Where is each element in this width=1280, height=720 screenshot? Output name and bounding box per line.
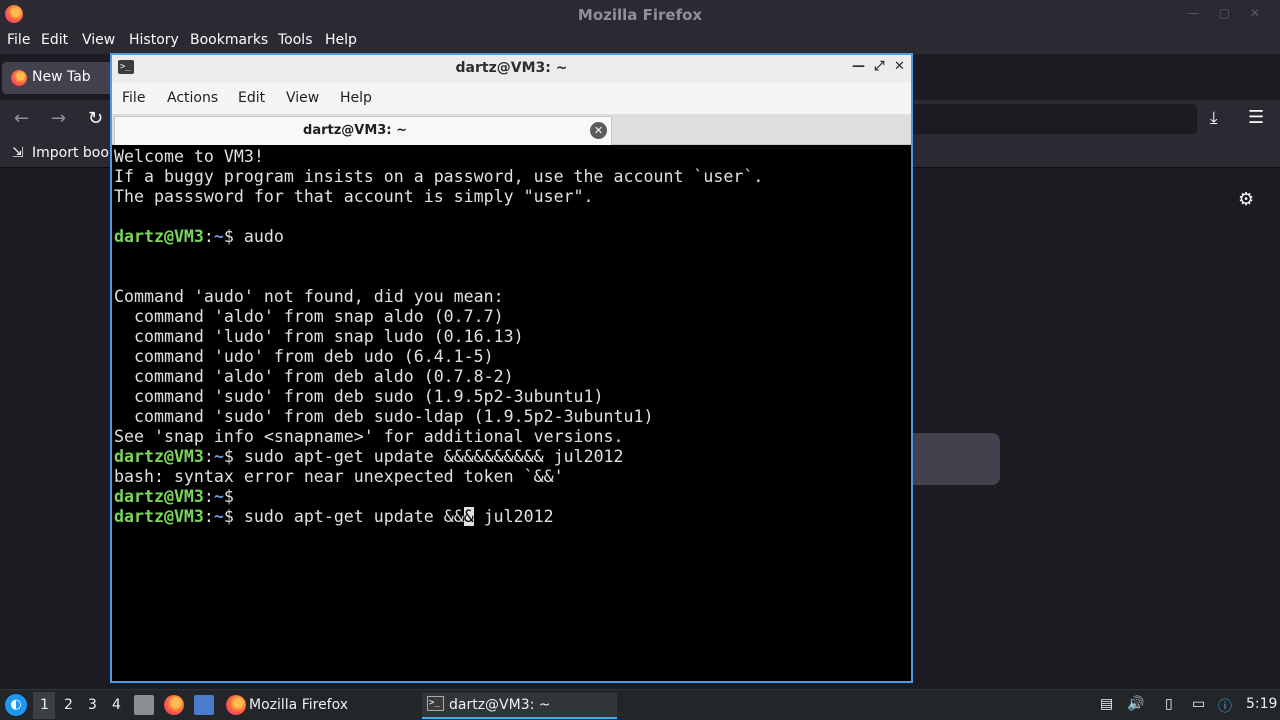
prompt-path: ~: [213, 447, 224, 466]
firefox-menu-edit[interactable]: Edit: [41, 32, 68, 48]
show-desktop-icon[interactable]: [194, 695, 214, 715]
import-bookmarks-link[interactable]: Import book: [32, 145, 117, 161]
terminal-titlebar[interactable]: >_ dartz@VM3: ~ — ⤢ ✕: [112, 55, 911, 82]
prompt-colon: :: [203, 507, 214, 526]
terminal-output-line: Welcome to VM3!: [114, 147, 264, 166]
prompt-sign: $: [223, 507, 244, 526]
firefox-titlebar: Mozilla Firefox — ▢ ✕: [0, 0, 1280, 29]
prompt-path: ~: [213, 487, 224, 506]
text-cursor: &: [463, 507, 474, 526]
updates-icon[interactable]: ⓘ: [1218, 696, 1232, 716]
taskbar-task-terminal[interactable]: >_ dartz@VM3: ~: [422, 693, 617, 719]
tab-close-icon[interactable]: ✕: [590, 122, 607, 139]
prompt-command-before-cursor: sudo apt-get update &&: [243, 507, 464, 526]
forward-arrow-icon[interactable]: →: [51, 108, 66, 129]
volume-icon[interactable]: 🔊: [1127, 696, 1144, 712]
firefox-menubar: File Edit View History Bookmarks Tools H…: [0, 29, 1280, 54]
terminal-menu-file[interactable]: File: [122, 90, 145, 106]
terminal-output-line: command 'udo' from deb udo (6.4.1-5): [114, 347, 494, 366]
terminal-output-line: bash: syntax error near unexpected token…: [114, 467, 564, 486]
prompt-sign: $: [223, 487, 244, 506]
prompt-path: ~: [213, 507, 224, 526]
terminal-window-title: dartz@VM3: ~: [455, 60, 568, 76]
terminal-output-line: command 'ludo' from snap ludo (0.16.13): [114, 327, 524, 346]
terminal-icon: >_: [427, 696, 444, 711]
workspace-1[interactable]: 1: [40, 697, 49, 713]
terminal-output-line: command 'sudo' from deb sudo-ldap (1.9.5…: [114, 407, 654, 426]
prompt-command-after-cursor: jul2012: [473, 507, 554, 526]
hamburger-menu-icon[interactable]: ☰: [1248, 107, 1264, 128]
prompt-user: dartz@VM3: [114, 507, 204, 526]
firefox-menu-tools[interactable]: Tools: [278, 32, 313, 48]
taskbar-task-terminal-label: dartz@VM3: ~: [449, 697, 551, 713]
terminal-output-line: The passsword for that account is simply…: [114, 187, 594, 206]
firefox-menu-view[interactable]: View: [82, 32, 115, 48]
firefox-menu-file[interactable]: File: [7, 32, 30, 48]
workspace-4[interactable]: 4: [112, 697, 121, 713]
terminal-output[interactable]: Welcome to VM3! If a buggy program insist…: [114, 147, 909, 681]
terminal-output-line: command 'aldo' from deb aldo (0.7.8-2): [114, 367, 514, 386]
prompt-colon: :: [203, 447, 214, 466]
terminal-prompt-line: dartz@VM3:~$: [114, 487, 244, 507]
firefox-tab-icon: [11, 70, 27, 86]
terminal-output-line: command 'sudo' from deb sudo (1.9.5p2-3u…: [114, 387, 604, 406]
terminal-output-line: See 'snap info <snapname>' for additiona…: [114, 427, 624, 446]
prompt-colon: :: [203, 227, 214, 246]
maximize-icon[interactable]: ⤢: [874, 59, 884, 74]
firefox-menu-help[interactable]: Help: [325, 32, 357, 48]
firefox-window-controls[interactable]: — ▢ ✕: [1187, 6, 1268, 20]
prompt-user: dartz@VM3: [114, 227, 204, 246]
terminal-output-line: Command 'audo' not found, did you mean:: [114, 287, 504, 306]
firefox-icon: [226, 695, 246, 715]
terminal-menu-edit[interactable]: Edit: [238, 90, 265, 106]
terminal-tab-label: dartz@VM3: ~: [303, 123, 407, 138]
gear-icon[interactable]: ⚙: [1238, 189, 1254, 210]
firefox-launcher-icon[interactable]: [164, 695, 184, 715]
close-icon[interactable]: ✕: [894, 59, 905, 74]
clipboard-icon[interactable]: ▯: [1165, 696, 1173, 712]
prompt-command: sudo apt-get update &&&&&&&&&& jul2012: [243, 447, 624, 466]
prompt-colon: :: [203, 487, 214, 506]
terminal-menu-view[interactable]: View: [286, 90, 319, 106]
clock[interactable]: 5:19: [1246, 696, 1277, 712]
taskbar-task-firefox-label: Mozilla Firefox: [249, 697, 349, 713]
file-manager-icon[interactable]: [134, 695, 154, 715]
terminal-menubar: File Actions Edit View Help: [112, 82, 911, 114]
network-icon[interactable]: ▭: [1192, 696, 1205, 712]
reload-icon[interactable]: ↻: [88, 108, 103, 129]
prompt-user: dartz@VM3: [114, 447, 204, 466]
firefox-menu-bookmarks[interactable]: Bookmarks: [190, 32, 268, 48]
firefox-window-title: Mozilla Firefox: [577, 6, 703, 24]
firefox-tab-new-tab[interactable]: New Tab: [2, 62, 120, 94]
terminal-output-line: command 'aldo' from snap aldo (0.7.7): [114, 307, 504, 326]
terminal-tabbar: dartz@VM3: ~ ✕: [112, 114, 911, 145]
tray-notes-icon[interactable]: ▤: [1100, 696, 1113, 712]
terminal-output-line: If a buggy program insists on a password…: [114, 167, 764, 186]
taskbar: ◐ 1 2 3 4 Mozilla Firefox >_ dartz@VM3: …: [0, 689, 1280, 720]
import-icon: ⇲: [12, 145, 24, 161]
download-icon[interactable]: ⤓: [1210, 108, 1218, 128]
terminal-tab[interactable]: dartz@VM3: ~ ✕: [114, 116, 612, 145]
workspace-2[interactable]: 2: [64, 697, 73, 713]
prompt-user: dartz@VM3: [114, 487, 204, 506]
prompt-sign: $: [223, 447, 244, 466]
prompt-command: audo: [243, 227, 284, 246]
taskbar-task-firefox[interactable]: Mozilla Firefox: [222, 693, 414, 719]
minimize-icon[interactable]: —: [852, 59, 865, 74]
terminal-window: >_ dartz@VM3: ~ — ⤢ ✕ File Actions Edit …: [110, 53, 913, 683]
application-menu-icon[interactable]: ◐: [5, 694, 27, 716]
terminal-prompt-line: dartz@VM3:~$ sudo apt-get update &&& jul…: [114, 507, 554, 527]
back-arrow-icon[interactable]: ←: [14, 108, 29, 129]
terminal-prompt-line: dartz@VM3:~$ audo: [114, 227, 284, 247]
terminal-prompt-line: dartz@VM3:~$ sudo apt-get update &&&&&&&…: [114, 447, 624, 467]
prompt-sign: $: [223, 227, 244, 246]
terminal-menu-actions[interactable]: Actions: [167, 90, 218, 106]
firefox-menu-history[interactable]: History: [129, 32, 179, 48]
workspace-3[interactable]: 3: [88, 697, 97, 713]
firefox-tab-label: New Tab: [32, 69, 91, 85]
terminal-menu-help[interactable]: Help: [340, 90, 372, 106]
prompt-path: ~: [213, 227, 224, 246]
